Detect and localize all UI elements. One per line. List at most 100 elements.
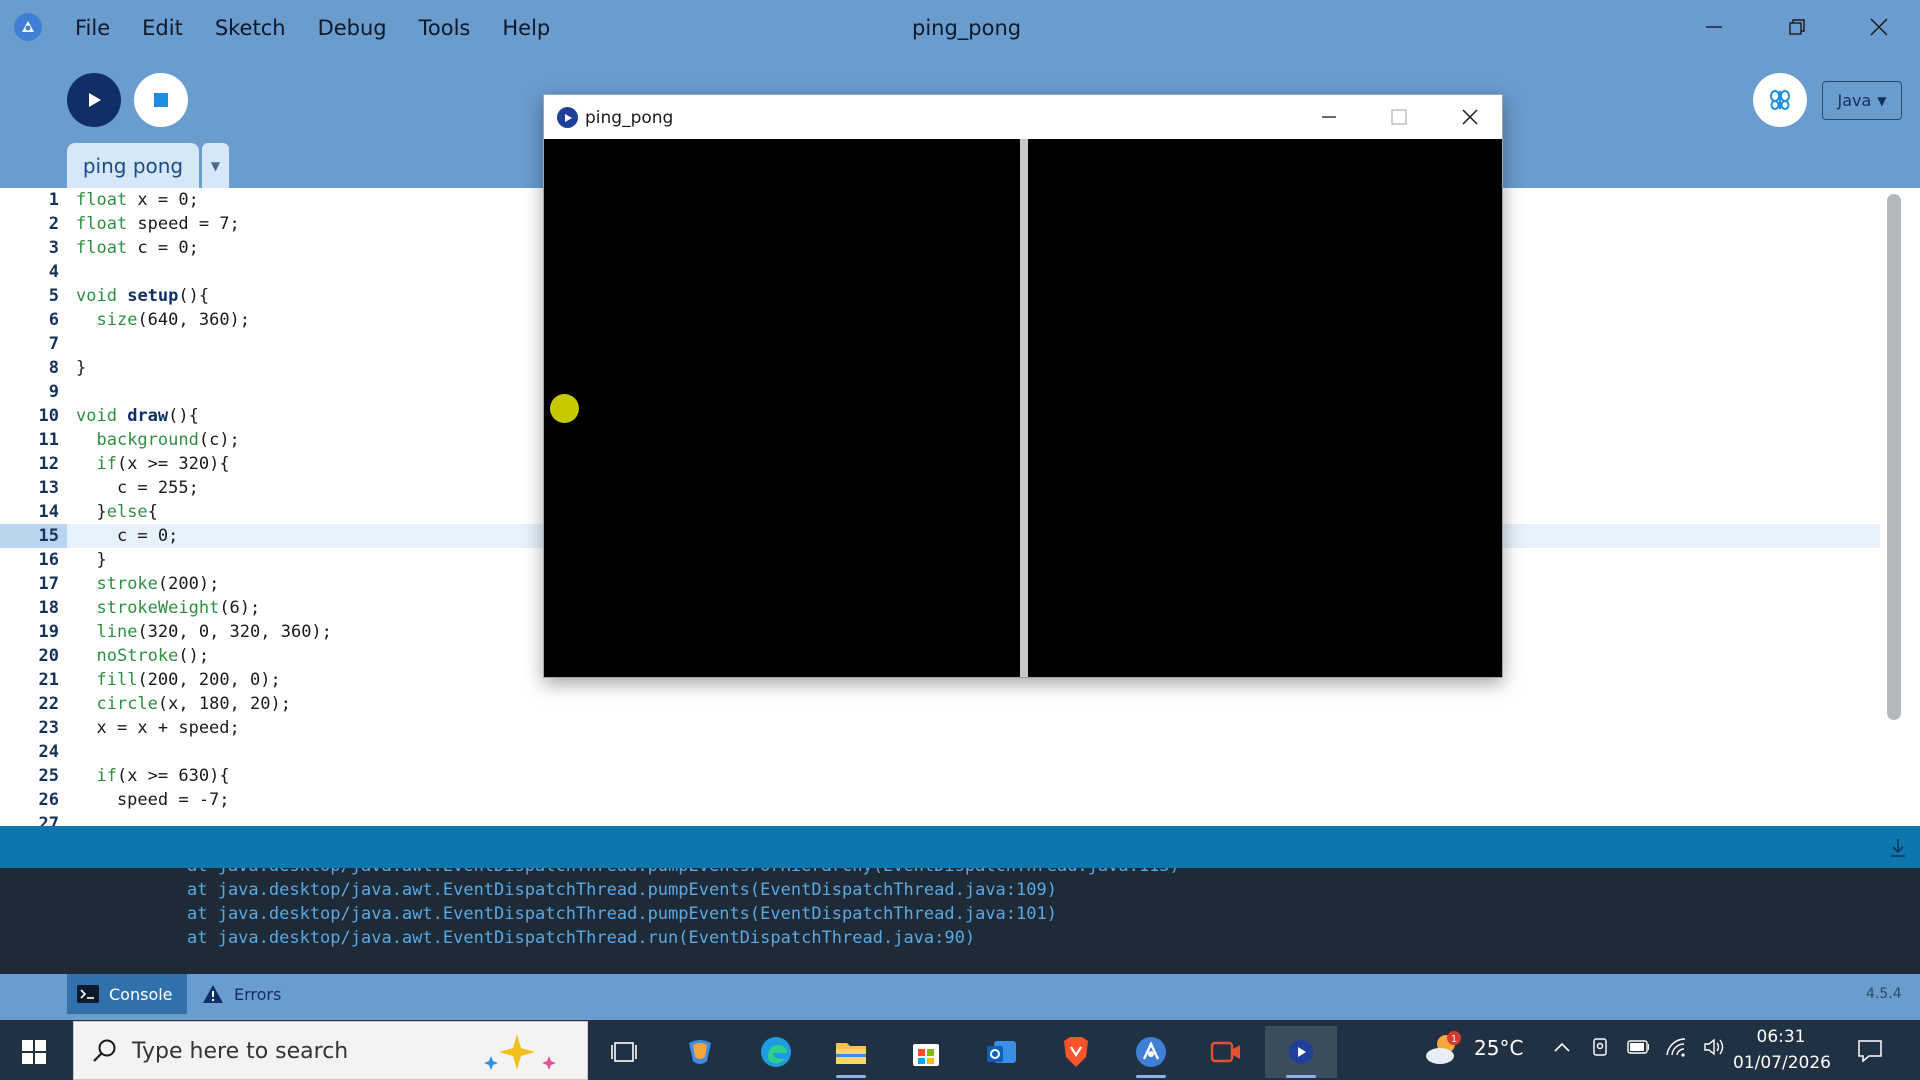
line-number: 5 [48,286,59,306]
line-number: 14 [38,502,59,522]
tab-errors[interactable]: Errors [200,974,310,1014]
video-camera-icon [1210,1041,1240,1063]
menu-tools[interactable]: Tools [419,14,471,42]
butterfly-icon [1770,90,1790,110]
code-text: } [76,358,87,378]
taskbar-search-box[interactable]: Type here to search [73,1021,588,1080]
sketch-window-title: ping_pong [585,108,674,128]
console-line: at java.desktop/java.awt.EventDispatchTh… [187,880,1057,900]
sketch-app-icon [1289,1040,1313,1064]
edge-browser-icon [761,1037,791,1067]
sketch-canvas[interactable] [544,139,1502,677]
center-divider-line [1020,139,1028,677]
scroll-down-icon[interactable] [1886,836,1910,860]
errors-tab-label: Errors [234,984,282,1004]
line-number: 19 [38,622,59,642]
taskbar-edge[interactable] [749,1026,803,1078]
menu-help[interactable]: Help [502,14,550,42]
sketch-title-bar[interactable]: ping_pong [544,95,1502,139]
running-indicator [1136,1075,1166,1078]
close-button[interactable] [1859,10,1899,44]
mode-selector[interactable]: Java ▼ [1822,81,1902,120]
line-number: 13 [38,478,59,498]
menu-edit[interactable]: Edit [142,14,183,42]
taskbar-sketch-window[interactable] [1265,1026,1337,1078]
code-text: if(x >= 320){ [96,454,230,474]
task-view-icon [611,1042,637,1062]
folder-icon [836,1043,866,1064]
taskbar-file-explorer[interactable] [824,1026,878,1078]
weather-widget[interactable]: 1 25°C [1424,1030,1523,1066]
running-indicator [836,1075,866,1078]
stop-button[interactable] [134,73,188,127]
console-tab-label: Console [109,984,173,1004]
mode-label: Java [1837,91,1872,110]
taskbar-copilot[interactable] [673,1026,727,1078]
task-view-button[interactable] [597,1026,651,1078]
brave-browser-icon [1064,1037,1088,1067]
camera-privacy-icon[interactable] [1589,1036,1611,1058]
line-number: 16 [38,550,59,570]
chevron-down-icon: ▼ [210,158,221,173]
line-number: 7 [48,334,59,354]
tab-console[interactable]: Console [67,974,187,1014]
line-number: 3 [48,238,59,258]
taskbar-zoom[interactable] [1199,1026,1253,1078]
menu-bar: File Edit Sketch Debug Tools Help [75,14,582,42]
taskbar-store[interactable] [899,1026,953,1078]
taskbar-outlook[interactable] [974,1026,1028,1078]
run-button[interactable] [67,73,121,127]
notification-center-button[interactable] [1855,1036,1885,1066]
processing-app-icon [1136,1037,1166,1067]
tab-menu-button[interactable]: ▼ [202,143,229,188]
line-number: 6 [48,310,59,330]
line-number: 24 [38,742,59,762]
console-line: at java.desktop/java.awt.EventDispatchTh… [187,868,1180,878]
console-icon [77,985,99,1003]
ball [550,394,579,423]
code-text: background(c); [96,430,240,450]
line-number: 17 [38,574,59,594]
code-text: }else{ [76,502,158,522]
code-text: fill(200, 200, 0); [96,670,281,690]
title-bar: File Edit Sketch Debug Tools Help ping_p… [0,0,1920,55]
close-icon [1462,109,1478,125]
code-text: void setup(){ [76,286,210,306]
restore-button[interactable] [1777,10,1817,44]
sketch-app-icon [557,107,578,128]
battery-icon[interactable] [1627,1036,1649,1058]
taskbar-clock[interactable]: 06:31 01/07/2026 [1733,1024,1831,1076]
line-number: 2 [48,214,59,234]
minimize-button[interactable] [1694,10,1734,44]
sketch-window[interactable]: ping_pong [543,94,1503,678]
sketch-maximize-button[interactable] [1376,100,1422,134]
code-text: float speed = 7; [76,214,240,234]
search-placeholder: Type here to search [132,1039,349,1064]
clock-time: 06:31 [1756,1027,1806,1047]
search-icon [93,1039,116,1062]
wifi-icon[interactable] [1665,1036,1687,1058]
tab-ping-pong[interactable]: ping pong [67,143,199,188]
tray-overflow-chevron-up-icon[interactable] [1551,1036,1573,1058]
start-button[interactable] [14,1034,54,1070]
menu-file[interactable]: File [75,14,110,42]
taskbar-processing[interactable] [1124,1026,1178,1078]
sketch-close-button[interactable] [1447,100,1493,134]
console-output[interactable]: at java.desktop/java.awt.EventDispatchTh… [0,868,1920,974]
line-number: 27 [38,814,59,826]
code-text: c = 255; [76,478,199,498]
code-text: if(x >= 630){ [96,766,230,786]
code-text: } [76,550,107,570]
menu-debug[interactable]: Debug [318,14,387,42]
system-tray [1551,1036,1725,1058]
taskbar-brave[interactable] [1049,1026,1103,1078]
sketch-minimize-button[interactable] [1306,100,1352,134]
menu-sketch[interactable]: Sketch [215,14,286,42]
volume-icon[interactable] [1703,1036,1725,1058]
window-title: ping_pong [912,16,1022,40]
debugger-button[interactable] [1753,73,1807,127]
code-text: line(320, 0, 320, 360); [96,622,332,642]
copilot-icon [689,1040,711,1064]
editor-scroll-thumb[interactable] [1887,194,1901,720]
console-header [0,826,1920,868]
